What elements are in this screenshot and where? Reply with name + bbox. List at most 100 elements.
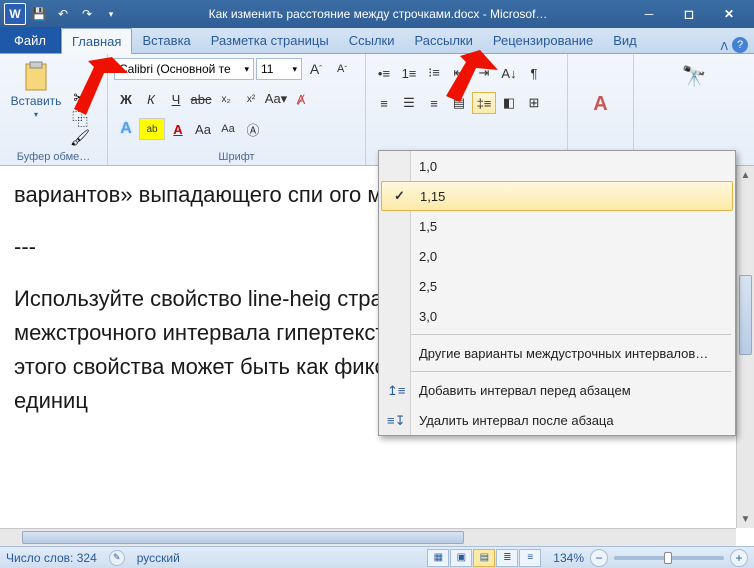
view-web-layout[interactable]: ▤ — [473, 549, 495, 567]
spacing-option-3.0[interactable]: 3,0 — [379, 301, 735, 331]
font-color-button[interactable]: A — [166, 118, 190, 140]
view-print-layout[interactable]: ▦ — [427, 549, 449, 567]
spacing-option-1.5[interactable]: 1,5 — [379, 211, 735, 241]
line-spacing-menu: 1,0 ✓1,15 1,5 2,0 2,5 3,0 Другие вариант… — [378, 150, 736, 436]
align-right-button[interactable]: ≡ — [422, 92, 446, 114]
tab-references[interactable]: Ссылки — [339, 27, 405, 53]
paste-label: Вставить — [11, 94, 62, 108]
tab-home[interactable]: Главная — [61, 28, 132, 54]
shrink-font2-button[interactable]: Aa — [216, 118, 240, 140]
spacing-option-2.0[interactable]: 2,0 — [379, 241, 735, 271]
chevron-down-icon: ▾ — [34, 110, 38, 119]
copy-icon[interactable]: ⿻ — [70, 109, 90, 127]
grow-font2-button[interactable]: Aa — [191, 118, 215, 140]
tab-review[interactable]: Рецензирование — [483, 27, 603, 53]
find-button[interactable]: 🔭 — [678, 58, 710, 92]
qat-customize-icon[interactable]: ▾ — [100, 3, 122, 25]
borders-button[interactable]: ⊞ — [522, 92, 546, 114]
scroll-thumb[interactable] — [22, 531, 464, 544]
group-font: Calibri (Основной те▾ 11▾ Aˆ Aˇ Ж К Ч ab… — [108, 54, 366, 165]
redo-icon[interactable]: ↷ — [76, 3, 98, 25]
spacing-options-more[interactable]: Другие варианты междустрочных интервалов… — [379, 338, 735, 368]
text-effects-button[interactable]: A — [114, 118, 138, 140]
shrink-font-icon[interactable]: Aˇ — [330, 58, 354, 80]
styles-icon: A — [585, 89, 617, 121]
bold-button[interactable]: Ж — [114, 88, 138, 110]
group-editing: 🔭 Редактирование — [634, 54, 754, 165]
scroll-up-icon[interactable]: ▲ — [737, 166, 754, 184]
multilevel-list-button[interactable]: ⁝≡ — [422, 62, 446, 84]
chevron-down-icon: ▾ — [244, 64, 249, 75]
clear-formatting-icon[interactable]: Ⱥ — [289, 88, 313, 110]
font-size-selector[interactable]: 11▾ — [256, 58, 302, 80]
language-indicator[interactable]: русский — [137, 551, 180, 565]
spacing-option-1.0[interactable]: 1,0 — [379, 151, 735, 181]
format-painter-icon[interactable]: 🖌 — [70, 129, 90, 147]
cut-icon[interactable]: ✂ — [70, 89, 90, 107]
show-marks-button[interactable]: ¶ — [522, 62, 546, 84]
tab-mailings[interactable]: Рассылки — [405, 27, 483, 53]
close-button[interactable]: ✕ — [714, 5, 744, 23]
superscript-button[interactable]: x² — [239, 88, 263, 110]
minimize-button[interactable]: ─ — [634, 5, 664, 23]
numbering-button[interactable]: 1≡ — [397, 62, 421, 84]
app-icon[interactable]: W — [4, 3, 26, 25]
tab-view[interactable]: Вид — [603, 27, 647, 53]
character-border-icon[interactable]: Ⓐ — [241, 118, 265, 140]
zoom-thumb[interactable] — [664, 552, 672, 564]
line-spacing-button[interactable]: ‡≡ — [472, 92, 496, 114]
scroll-thumb[interactable] — [739, 275, 752, 355]
add-space-before-icon: ↥≡ — [387, 384, 405, 397]
zoom-slider[interactable] — [614, 556, 724, 560]
proofing-icon[interactable]: ✎ — [109, 550, 125, 566]
paste-button[interactable]: Вставить ▾ — [6, 58, 66, 149]
add-space-before[interactable]: ↥≡Добавить интервал перед абзацем — [379, 375, 735, 405]
paste-icon — [20, 60, 52, 92]
font-name-selector[interactable]: Calibri (Основной те▾ — [114, 58, 254, 80]
undo-icon[interactable]: ↶ — [52, 3, 74, 25]
remove-space-after[interactable]: ≡↧Удалить интервал после абзаца — [379, 405, 735, 435]
maximize-button[interactable]: ◻ — [674, 5, 704, 23]
font-group-label: Шрифт — [114, 149, 359, 163]
spacing-option-2.5[interactable]: 2,5 — [379, 271, 735, 301]
view-outline[interactable]: ≣ — [496, 549, 518, 567]
strikethrough-button[interactable]: abc — [189, 88, 213, 110]
sort-button[interactable]: A↓ — [497, 62, 521, 84]
align-center-button[interactable]: ☰ — [397, 92, 421, 114]
view-draft[interactable]: ≡ — [519, 549, 541, 567]
subscript-button[interactable]: x₂ — [214, 88, 238, 110]
change-case-button[interactable]: Aa▾ — [264, 88, 288, 110]
decrease-indent-button[interactable]: ⇤ — [447, 62, 471, 84]
zoom-in-button[interactable]: + — [730, 549, 748, 567]
check-icon: ✓ — [394, 188, 405, 204]
bullets-button[interactable]: •≡ — [372, 62, 396, 84]
minimize-ribbon-icon[interactable]: ᐱ — [720, 40, 728, 53]
view-full-screen[interactable]: ▣ — [450, 549, 472, 567]
zoom-out-button[interactable]: − — [590, 549, 608, 567]
horizontal-scrollbar[interactable] — [0, 528, 736, 546]
tab-page-layout[interactable]: Разметка страницы — [201, 27, 339, 53]
grow-font-icon[interactable]: Aˆ — [304, 58, 328, 80]
highlight-button[interactable]: ab — [139, 118, 165, 140]
zoom-level[interactable]: 134% — [553, 551, 584, 565]
help-icon[interactable]: ? — [732, 37, 748, 53]
clipboard-group-label: Буфер обме… — [6, 149, 101, 163]
file-tab[interactable]: Файл — [0, 27, 61, 53]
increase-indent-button[interactable]: ⇥ — [472, 62, 496, 84]
group-paragraph: •≡ 1≡ ⁝≡ ⇤ ⇥ A↓ ¶ ≡ ☰ ≡ ▤ ‡≡ ◧ ⊞ — [366, 54, 568, 165]
binoculars-icon: 🔭 — [678, 60, 710, 92]
justify-button[interactable]: ▤ — [447, 92, 471, 114]
scroll-down-icon[interactable]: ▼ — [737, 510, 754, 528]
word-count[interactable]: Число слов: 324 — [6, 551, 97, 565]
shading-button[interactable]: ◧ — [497, 92, 521, 114]
align-left-button[interactable]: ≡ — [372, 92, 396, 114]
italic-button[interactable]: К — [139, 88, 163, 110]
title-bar: W 💾 ↶ ↷ ▾ Как изменить расстояние между … — [0, 0, 754, 28]
ribbon-tabs: Файл Главная Вставка Разметка страницы С… — [0, 28, 754, 54]
tab-insert[interactable]: Вставка — [132, 27, 200, 53]
underline-button[interactable]: Ч — [164, 88, 188, 110]
vertical-scrollbar[interactable]: ▲ ▼ — [736, 166, 754, 528]
save-icon[interactable]: 💾 — [28, 3, 50, 25]
styles-button[interactable]: A — [585, 87, 617, 121]
spacing-option-1.15[interactable]: ✓1,15 — [381, 181, 733, 211]
